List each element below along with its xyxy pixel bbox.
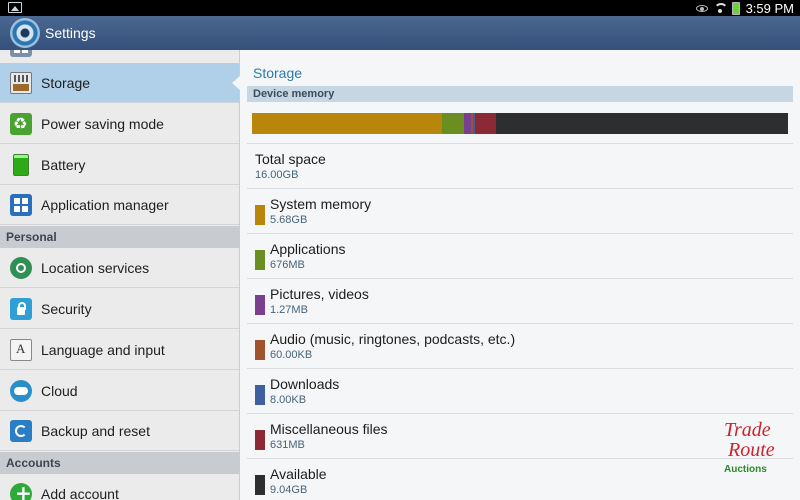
battery-status-icon [731, 1, 740, 15]
add-icon [10, 481, 32, 500]
row-value: 631MB [270, 439, 305, 451]
sidebar-item-label: Language and input [41, 341, 165, 358]
storage-category-row[interactable]: System memory 5.68GB [247, 188, 793, 233]
sidebar-item-label: Location services [41, 259, 150, 276]
row-value: 1.27MB [270, 304, 308, 316]
row-value: 5.68GB [270, 214, 308, 226]
row-value: 16.00GB [255, 169, 299, 181]
row-label: System memory [270, 196, 372, 212]
row-label: Applications [270, 241, 346, 257]
sidebar-item-label: Security [41, 300, 92, 317]
watermark-line3: Auctions [724, 464, 767, 475]
row-label: Pictures, videos [270, 286, 369, 302]
total-space-row: Total space 16.00GB [247, 143, 793, 188]
storage-category-row[interactable]: Downloads 8.00KB [247, 368, 793, 413]
row-value: 60.00KB [270, 349, 313, 361]
backup-icon [10, 419, 32, 442]
app-title: Settings [45, 25, 96, 41]
color-swatch [255, 250, 265, 270]
storage-category-row[interactable]: Miscellaneous files 631MB [247, 413, 793, 458]
sidebar-item-label: Application manager [41, 196, 169, 213]
row-value: 9.04GB [270, 484, 308, 496]
sidebar-item-power-saving[interactable]: Power saving mode [0, 104, 239, 144]
storage-category-row[interactable]: Applications 676MB [247, 233, 793, 278]
storage-category-row[interactable]: Pictures, videos 1.27MB [247, 278, 793, 323]
usage-segment [442, 113, 465, 134]
row-label: Downloads [270, 376, 340, 392]
status-icons: 3:59 PM [695, 0, 794, 16]
color-swatch [255, 475, 265, 495]
sidebar-item-storage[interactable]: Storage [0, 63, 239, 103]
color-swatch [255, 205, 265, 225]
location-icon [10, 256, 32, 279]
sidebar-item-label: Battery [41, 156, 86, 173]
apps-grid-icon [10, 193, 32, 216]
section-header-personal: Personal [0, 226, 239, 248]
sidebar-item-label: Cloud [41, 382, 78, 399]
sidebar-item-location-services[interactable]: Location services [0, 248, 239, 288]
sidebar-item-label: Add account [41, 485, 119, 500]
section-header-device-memory: Device memory [247, 86, 793, 102]
status-bar: 3:59 PM [0, 0, 800, 16]
clock: 3:59 PM [745, 0, 794, 16]
storage-panel: Storage Device memory Total space 16.00G… [240, 50, 800, 500]
row-label: Available [270, 466, 327, 482]
sidebar-item-security[interactable]: Security [0, 289, 239, 329]
trade-route-auctions-watermark: Trade Route Auctions [718, 418, 798, 480]
row-label: Total space [255, 151, 326, 167]
language-icon [10, 338, 32, 361]
notification-image-icon [8, 2, 22, 13]
row-value: 676MB [270, 259, 305, 271]
settings-gear-icon[interactable] [10, 18, 40, 48]
page-title: Storage [253, 65, 303, 81]
color-swatch [255, 430, 265, 450]
row-value: 8.00KB [270, 394, 307, 406]
lock-icon [10, 297, 32, 320]
sidebar-item-label: Power saving mode [41, 115, 164, 132]
usage-segment [252, 113, 443, 134]
eye-icon [695, 4, 708, 12]
action-bar: Settings [0, 16, 800, 50]
row-label: Miscellaneous files [270, 421, 388, 437]
sidebar-item-application-manager[interactable]: Application manager [0, 185, 239, 225]
color-swatch [255, 340, 265, 360]
watermark-line1: Trade [724, 419, 771, 441]
section-header-accounts: Accounts [0, 452, 239, 474]
sidebar-item-label: Storage [41, 74, 91, 91]
battery-icon [13, 153, 29, 176]
storage-category-row[interactable]: Available 9.04GB [247, 458, 793, 500]
sidebar-item-add-account[interactable]: Add account [0, 474, 239, 500]
settings-sidebar: Storage Power saving mode Battery Applic… [0, 50, 240, 500]
storage-category-row[interactable]: Audio (music, ringtones, podcasts, etc.)… [247, 323, 793, 368]
sidebar-item-cloud[interactable]: Cloud [0, 371, 239, 411]
sidebar-item-language-input[interactable]: Language and input [0, 330, 239, 370]
sidebar-item-backup-reset[interactable]: Backup and reset [0, 411, 239, 451]
usage-segment [474, 113, 496, 134]
storage-usage-bar [252, 113, 788, 134]
storage-icon [10, 71, 32, 94]
sidebar-item-battery[interactable]: Battery [0, 145, 239, 185]
power-saving-icon [10, 112, 32, 135]
cloud-icon [10, 379, 32, 402]
color-swatch [255, 295, 265, 315]
row-label: Audio (music, ringtones, podcasts, etc.) [270, 331, 516, 347]
sidebar-item-label: Backup and reset [41, 422, 150, 439]
color-swatch [255, 385, 265, 405]
display-icon [10, 50, 32, 57]
selection-pointer [232, 75, 241, 91]
watermark-line2: Route [728, 439, 775, 461]
wifi-icon [713, 2, 728, 14]
